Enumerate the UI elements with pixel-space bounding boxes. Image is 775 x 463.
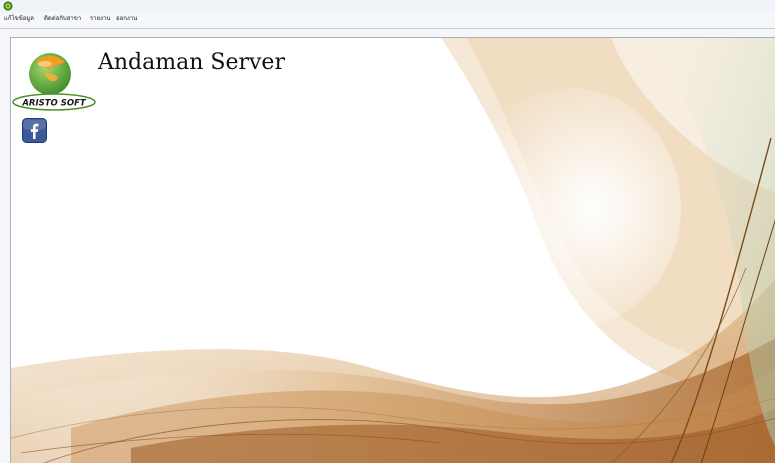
logo-text: ARISTO SOFT: [21, 99, 87, 109]
app-window: แก้ไขข้อมูล ติดต่อกับสาขา รายงาน ออกงาน: [0, 0, 775, 463]
server-title: Andaman Server: [98, 50, 285, 75]
menu-bar: แก้ไขข้อมูล ติดต่อกับสาขา รายงาน ออกงาน: [0, 12, 775, 29]
menu-item-edit-data[interactable]: แก้ไขข้อมูล: [4, 15, 34, 23]
menu-item-contact-branch[interactable]: ติดต่อกับสาขา: [44, 15, 81, 23]
main-panel: ARISTO SOFT Andaman Server: [10, 37, 775, 463]
facebook-icon[interactable]: [22, 118, 47, 143]
aristo-soft-logo: ARISTO SOFT: [12, 53, 96, 111]
app-icon[interactable]: [3, 1, 13, 11]
menu-item-report[interactable]: รายงาน: [90, 15, 111, 23]
menu-item-exit[interactable]: ออกงาน: [116, 15, 137, 23]
background-swirl: [11, 38, 775, 463]
